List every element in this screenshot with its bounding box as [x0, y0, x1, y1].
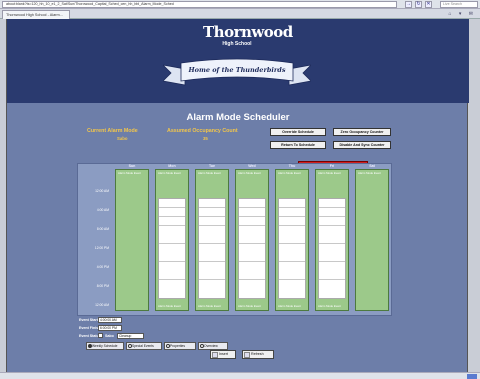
time-label: 12:00 AM — [95, 189, 109, 193]
day-column-fri[interactable]: Alarm Mode Event Alarm Mode Event — [315, 169, 349, 311]
event-block-label[interactable]: Alarm Mode Event — [157, 171, 187, 176]
time-label: 8:00 PM — [96, 284, 109, 288]
event-block-label[interactable]: Alarm Mode Event — [237, 304, 267, 309]
ribbon-motto: Home of the Thunderbirds — [188, 66, 286, 74]
tab-label: Properties — [170, 344, 186, 348]
radio-icon — [200, 344, 204, 348]
event-block-label[interactable]: Alarm Mode Event — [277, 171, 307, 176]
tab-label: Overview — [204, 344, 218, 348]
refresh-button[interactable]: Refresh — [242, 350, 274, 359]
insert-label: Insert — [219, 352, 228, 356]
school-banner: Thornwood High School Home of the Thunde… — [7, 19, 469, 103]
event-block-label[interactable]: Alarm Mode Event — [277, 304, 307, 309]
day-column-sun[interactable]: Alarm Mode Event — [115, 169, 149, 311]
event-block-label[interactable]: Alarm Mode Event — [357, 171, 387, 176]
event-block-label[interactable]: Alarm Mode Event — [117, 171, 147, 176]
time-label: 12:00 AM — [95, 303, 109, 307]
event-status-checkbox-label: Sabo — [105, 334, 114, 338]
time-label: 4:00 AM — [96, 208, 109, 212]
day-header-thu: Thu — [288, 164, 296, 168]
unscheduled-block[interactable] — [198, 198, 226, 299]
internet-zone-icon — [467, 374, 477, 379]
unscheduled-block[interactable] — [318, 198, 346, 299]
day-header-sun: Sun — [128, 164, 136, 168]
browser-tab-bar: Thornwood High School - Alarm... ⌂ ▾ ✉ — [0, 9, 480, 19]
browser-status-bar — [0, 372, 480, 379]
radio-icon — [88, 344, 92, 348]
zero-occupancy-button[interactable]: Zero Occupancy Counter — [333, 128, 391, 136]
day-column-mon[interactable]: Alarm Mode Event Alarm Mode Event — [155, 169, 189, 311]
day-column-thu[interactable]: Alarm Mode Event Alarm Mode Event — [275, 169, 309, 311]
event-status-checkbox[interactable] — [98, 333, 103, 338]
unscheduled-block[interactable] — [158, 198, 186, 299]
radio-icon — [128, 344, 132, 348]
assumed-occupancy-value: 35 — [203, 136, 208, 141]
tab-properties[interactable]: Properties — [164, 342, 196, 350]
day-column-sat[interactable]: Alarm Mode Event — [355, 169, 389, 311]
refresh-icon — [244, 352, 250, 358]
browser-tab[interactable]: Thornwood High School - Alarm... — [2, 10, 70, 19]
radio-icon — [166, 344, 170, 348]
day-column-wed[interactable]: Alarm Mode Event Alarm Mode Event — [235, 169, 269, 311]
return-to-schedule-button[interactable]: Return To Schedule — [270, 141, 326, 149]
stop-icon[interactable]: ✕ — [425, 1, 432, 8]
time-label: 8:00 AM — [96, 227, 109, 231]
current-alarm-mode-value: Sabo — [117, 136, 128, 141]
tab-label: Weekly Schedule — [92, 344, 118, 348]
insert-button[interactable]: Insert — [210, 350, 236, 359]
event-block-label[interactable]: Alarm Mode Event — [197, 304, 227, 309]
page-title: Alarm Mode Scheduler — [186, 112, 290, 123]
unscheduled-block[interactable] — [278, 198, 306, 299]
event-block-label[interactable]: Alarm Mode Event — [197, 171, 227, 176]
tab-label: Special Events — [132, 344, 154, 348]
event-block-label[interactable]: Alarm Mode Event — [157, 304, 187, 309]
time-label: 12:00 PM — [94, 246, 109, 250]
day-header-sat: Sat — [369, 164, 375, 168]
toolbar-icons[interactable]: ⌂ ▾ ✉ — [449, 11, 477, 17]
search-input[interactable]: Live Search — [440, 1, 478, 8]
event-block-label[interactable]: Alarm Mode Event — [317, 171, 347, 176]
tab-weekly-schedule[interactable]: Weekly Schedule — [86, 342, 124, 350]
day-column-tue[interactable]: Alarm Mode Event Alarm Mode Event — [195, 169, 229, 311]
event-start-input[interactable]: 4:00:00 AM — [98, 317, 122, 323]
event-finish-input[interactable]: 6:00:00 PM — [98, 325, 122, 331]
day-header-mon: Mon — [168, 164, 176, 168]
browser-address-bar-area: about:blank?ts=120_hh_10_e1_2_Sat/Sun/Th… — [0, 0, 480, 9]
event-block-label[interactable]: Alarm Mode Event — [317, 304, 347, 309]
refresh-icon[interactable]: ↻ — [415, 1, 422, 8]
refresh-label: Refresh — [251, 352, 264, 356]
address-input[interactable]: about:blank?ts=120_hh_10_e1_2_Sat/Sun/Th… — [2, 1, 397, 8]
event-block-label[interactable]: Alarm Mode Event — [237, 171, 267, 176]
insert-icon — [212, 352, 218, 358]
tab-special-events[interactable]: Special Events — [126, 342, 162, 350]
go-icon[interactable]: → — [405, 1, 412, 8]
assumed-occupancy-label: Assumed Occupancy Count — [167, 128, 238, 134]
school-logo-subtitle: High School — [222, 41, 252, 47]
day-header-wed: Wed — [248, 164, 256, 168]
unscheduled-block[interactable] — [238, 198, 266, 299]
time-label: 4:00 PM — [96, 265, 109, 269]
day-header-tue: Tue — [208, 164, 216, 168]
school-logo: Thornwood — [203, 23, 293, 41]
disable-sync-button[interactable]: Disable And Sync Counter — [333, 141, 391, 149]
event-start-label: Event Start — [79, 318, 98, 322]
current-alarm-mode-label: Current Alarm Mode — [87, 128, 138, 134]
day-header-fri: Fri — [329, 164, 335, 168]
override-schedule-button[interactable]: Override Schedule — [270, 128, 326, 136]
tab-overview[interactable]: Overview — [198, 342, 228, 350]
event-status-select[interactable]: Cleanup — [117, 333, 144, 339]
